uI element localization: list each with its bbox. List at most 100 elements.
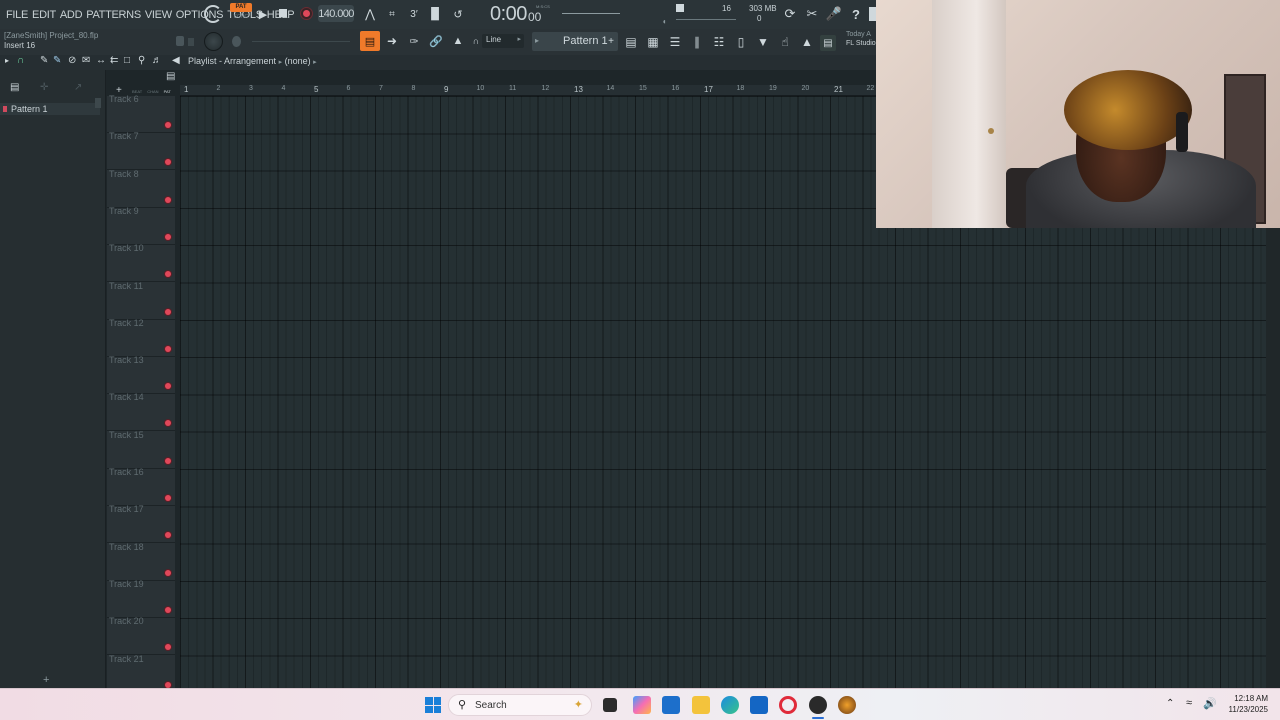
track-header[interactable]: Track 13	[107, 355, 175, 395]
zoom-tool-icon[interactable]: ⚲	[138, 55, 145, 66]
track-header[interactable]: Track 12	[107, 318, 175, 357]
mixer-icon[interactable]: ☰	[666, 33, 684, 51]
task-view-icon[interactable]	[603, 698, 617, 712]
track-header[interactable]: Track 20	[107, 616, 175, 656]
piano-roll-mini-icon[interactable]: ▤	[166, 71, 175, 82]
loop-record-icon[interactable]: ↺	[450, 6, 466, 22]
track-record-dot-icon[interactable]	[165, 122, 171, 128]
channel-rack-icon[interactable]: ▤	[622, 33, 640, 51]
touch-icon[interactable]: ☝	[776, 33, 794, 51]
track-record-dot-icon[interactable]	[165, 681, 171, 688]
fl-studio-icon[interactable]	[809, 696, 827, 714]
piano-roll-icon[interactable]: ▦	[644, 33, 662, 51]
undo-history-icon[interactable]: ⟳	[781, 5, 799, 23]
song-position-display[interactable]: 0:00 00 M:S:CS	[490, 2, 552, 26]
opera-icon[interactable]	[779, 696, 797, 714]
track-record-dot-icon[interactable]	[165, 569, 171, 576]
tempo-display[interactable]: 140.000	[318, 5, 354, 22]
outlook-icon[interactable]	[750, 696, 768, 714]
file-explorer-icon[interactable]	[692, 696, 710, 714]
link-icon[interactable]: 🔗	[428, 33, 444, 49]
track-header[interactable]: Track 6	[107, 94, 175, 133]
track-record-dot-icon[interactable]	[165, 345, 171, 352]
track-header[interactable]: Track 21	[107, 654, 175, 693]
clipboard-icon[interactable]: ▯	[732, 33, 750, 51]
master-volume-knob[interactable]	[204, 5, 222, 23]
track-header[interactable]: Track 10	[107, 243, 175, 283]
fl-studio-alt-icon[interactable]	[838, 696, 856, 714]
track-record-dot-icon[interactable]	[165, 233, 171, 240]
track-header[interactable]: Track 18	[107, 542, 175, 581]
magnet-icon[interactable]: ∩	[471, 35, 481, 47]
paint-tool-icon[interactable]: ✎	[53, 55, 61, 66]
microphone-icon[interactable]: 🎤	[825, 5, 843, 23]
menu-edit[interactable]: EDIT	[30, 9, 58, 21]
arrangement-name[interactable]: (none)	[285, 56, 311, 66]
track-record-dot-icon[interactable]	[165, 495, 171, 501]
track-record-dot-icon[interactable]	[165, 532, 171, 539]
arrow-right-icon[interactable]: ➜	[384, 33, 400, 49]
record-icon[interactable]	[300, 7, 313, 20]
track-record-dot-icon[interactable]	[165, 159, 171, 166]
volume-icon[interactable]: 🔊	[1203, 697, 1217, 710]
track-header[interactable]: Track 8	[107, 169, 175, 208]
track-record-dot-icon[interactable]	[165, 383, 171, 390]
playlist-scrollbar[interactable]	[1266, 228, 1280, 688]
step-edit-icon[interactable]: █	[427, 6, 443, 22]
track-header[interactable]: Track 17	[107, 504, 175, 544]
pat-song-toggle[interactable]: PAT SONG	[230, 3, 252, 25]
main-pitch-knob[interactable]	[232, 36, 241, 47]
track-record-dot-icon[interactable]	[165, 457, 171, 464]
hat-icon[interactable]: ▲	[798, 33, 816, 51]
playback-tool-icon[interactable]: ♬	[152, 55, 162, 66]
stop-icon[interactable]	[279, 9, 287, 17]
cart-icon[interactable]: ▤	[820, 35, 836, 51]
track-header[interactable]: Track 15	[107, 430, 175, 469]
slip-tool-icon[interactable]: ↔	[96, 55, 106, 66]
system-clock[interactable]: 12:18 AM 11/23/2025	[1229, 693, 1268, 715]
menu-view[interactable]: VIEW	[143, 9, 174, 21]
track-header[interactable]: Track 9	[107, 206, 175, 245]
playlist-toggle-icon[interactable]: ▤	[360, 31, 380, 51]
audio-clip-icon[interactable]: ✛	[40, 82, 48, 93]
list-item[interactable]: Pattern 1	[0, 103, 100, 115]
pencil-tool-icon[interactable]: ✎	[40, 55, 48, 66]
picker-scrollbar[interactable]	[95, 98, 101, 108]
countdown-icon[interactable]: 3′	[406, 6, 422, 22]
play-icon[interactable]: ▶	[257, 7, 269, 21]
scissors-icon[interactable]: ✂	[803, 5, 821, 23]
track-record-dot-icon[interactable]	[165, 308, 171, 315]
metronome-icon[interactable]: ⋀	[362, 6, 378, 22]
track-header[interactable]: Track 19	[107, 579, 175, 618]
playlist-menu-arrow-icon[interactable]: ▸	[5, 56, 9, 65]
snap-select[interactable]: Line ▸	[482, 34, 524, 48]
edge-icon[interactable]	[721, 696, 739, 714]
timeline-ruler[interactable]: 1 2 3 4 5 6 7 8 9 10 11 12 13 14 15 16 17 18 19 20 21 22	[180, 85, 876, 96]
windows-start-icon[interactable]	[425, 697, 441, 713]
track-record-dot-icon[interactable]	[165, 196, 171, 203]
speaker-icon[interactable]: ◀	[172, 55, 180, 66]
menu-add[interactable]: ADD	[58, 9, 84, 21]
track-record-dot-icon[interactable]	[165, 606, 171, 613]
track-header[interactable]: Track 16	[107, 467, 175, 506]
magnet-snap-icon[interactable]: ∩	[17, 55, 24, 66]
delete-tool-icon[interactable]: ⊘	[68, 55, 76, 66]
add-pattern-icon[interactable]: +	[606, 34, 616, 48]
automation-icon[interactable]: ↗	[74, 82, 82, 93]
store-icon[interactable]	[662, 696, 680, 714]
faders-icon[interactable]: ∥	[688, 33, 706, 51]
slice-tool-icon[interactable]: ⇇	[110, 55, 118, 66]
menu-file[interactable]: FILE	[4, 9, 30, 21]
master-slider[interactable]	[252, 41, 350, 42]
news-panel[interactable]: Today A FL Studio	[846, 31, 876, 53]
select-tool-icon[interactable]: □	[124, 55, 130, 66]
taskbar-search-box[interactable]: ⚲ Search ✦	[448, 694, 592, 716]
track-record-dot-icon[interactable]	[165, 271, 171, 278]
brush-icon[interactable]: ✑	[406, 33, 422, 49]
track-header[interactable]: Track 14	[107, 392, 175, 432]
wifi-icon[interactable]: ≈	[1186, 697, 1192, 709]
track-header[interactable]: Track 11	[107, 281, 175, 320]
mute-tool-icon[interactable]: ✉	[82, 55, 90, 66]
plugin-icon[interactable]: ▼	[754, 33, 772, 51]
panel-toggle-icon[interactable]	[869, 7, 876, 21]
